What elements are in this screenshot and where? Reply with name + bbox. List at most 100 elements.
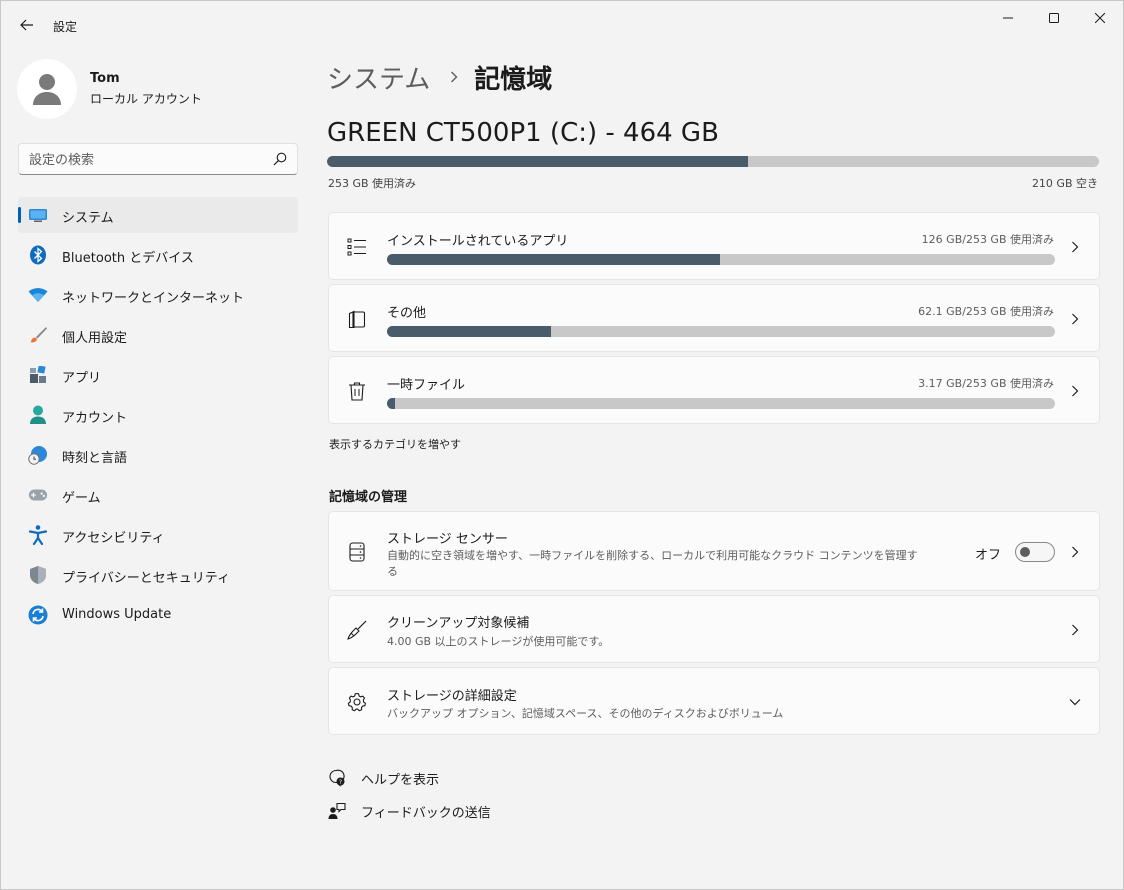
avatar bbox=[17, 59, 77, 119]
category-label: 一時ファイル bbox=[387, 378, 466, 393]
feedback-link[interactable]: フィードバックの送信 bbox=[327, 801, 491, 821]
storage-sense-label: ストレージ センサー bbox=[387, 532, 508, 547]
category-label: その他 bbox=[387, 306, 427, 321]
gear-icon bbox=[345, 690, 369, 714]
sidebar-item-system[interactable]: システム bbox=[18, 197, 298, 233]
sidebar-item-apps[interactable]: アプリ bbox=[18, 357, 298, 393]
feedback-label: フィードバックの送信 bbox=[361, 805, 491, 821]
sidebar-item-label: ネットワークとインターネット bbox=[62, 291, 245, 306]
storage-sense-description: 自動的に空き領域を増やす、一時ファイルを削除する、ローカルで利用可能なクラウド … bbox=[387, 549, 918, 562]
time-language-icon bbox=[28, 445, 48, 465]
sidebar-item-label: アプリ bbox=[62, 371, 102, 386]
advanced-settings-label: ストレージの詳細設定 bbox=[387, 689, 517, 704]
storage-sense-toggle-label: オフ bbox=[974, 548, 1001, 563]
back-button[interactable] bbox=[13, 11, 41, 39]
close-button[interactable] bbox=[1077, 1, 1123, 35]
minimize-icon bbox=[1003, 17, 1013, 19]
category-usage-bar bbox=[387, 398, 1055, 409]
settings-window: 設定 Tom ローカル アカウント 設定の検索 システム Bluetooth と… bbox=[0, 0, 1124, 890]
sidebar-item-label: プライバシーとセキュリティ bbox=[62, 571, 230, 586]
user-profile[interactable]: Tom ローカル アカウント bbox=[17, 59, 202, 119]
broom-icon bbox=[345, 618, 369, 642]
profile-name: Tom bbox=[90, 71, 120, 86]
sidebar-item-label: ゲーム bbox=[62, 491, 101, 506]
category-usage-bar bbox=[387, 254, 1055, 265]
sidebar-item-label: 個人用設定 bbox=[62, 331, 128, 346]
shield-icon bbox=[28, 565, 48, 585]
drive-usage-fill bbox=[327, 156, 748, 167]
cleanup-recommendations-card[interactable]: クリーンアップ対象候補 4.00 GB 以上のストレージが使用可能です。 bbox=[328, 595, 1100, 663]
drive-usage-bar bbox=[327, 156, 1099, 167]
sidebar-item-windows-update[interactable]: Windows Update bbox=[18, 597, 298, 633]
account-icon bbox=[28, 405, 48, 425]
sidebar-item-label: システム bbox=[62, 211, 114, 226]
app-list-icon bbox=[345, 235, 369, 259]
brush-icon bbox=[28, 325, 48, 345]
sidebar-item-personalization[interactable]: 個人用設定 bbox=[18, 317, 298, 353]
maximize-icon bbox=[1049, 13, 1059, 23]
sidebar-item-network[interactable]: ネットワークとインターネット bbox=[18, 277, 298, 313]
search-icon[interactable] bbox=[273, 152, 287, 166]
storage-sense-toggle[interactable] bbox=[1015, 542, 1055, 562]
category-label: インストールされているアプリ bbox=[387, 234, 569, 249]
sidebar-item-label: アカウント bbox=[62, 411, 128, 426]
maximize-button[interactable] bbox=[1031, 1, 1077, 35]
bluetooth-icon bbox=[28, 245, 48, 265]
help-chat-icon: ? bbox=[327, 768, 347, 788]
sidebar-item-bluetooth[interactable]: Bluetooth とデバイス bbox=[18, 237, 298, 273]
accessibility-icon bbox=[28, 525, 48, 545]
windows-update-icon bbox=[28, 605, 48, 625]
show-more-categories-link[interactable]: 表示するカテゴリを増やす bbox=[329, 436, 461, 452]
sidebar-item-gaming[interactable]: ゲーム bbox=[18, 477, 298, 513]
trash-icon bbox=[345, 379, 369, 403]
search-input[interactable] bbox=[29, 150, 259, 170]
page-title: 記憶域 bbox=[474, 65, 553, 95]
category-amount: 62.1 GB/253 GB 使用済み bbox=[918, 305, 1054, 318]
other-files-icon bbox=[345, 307, 369, 331]
feedback-icon bbox=[327, 801, 347, 821]
cleanup-description: 4.00 GB 以上のストレージが使用可能です。 bbox=[387, 635, 610, 648]
chevron-right-icon bbox=[1069, 385, 1081, 397]
drive-title: GREEN CT500P1 (C:) - 464 GB bbox=[327, 118, 719, 148]
sidebar-item-label: Windows Update bbox=[62, 607, 172, 622]
gamepad-icon bbox=[28, 485, 48, 505]
sidebar-item-accessibility[interactable]: アクセシビリティ bbox=[18, 517, 298, 553]
drive-free-label: 210 GB 空き bbox=[1031, 177, 1098, 190]
section-title-storage-management: 記憶域の管理 bbox=[329, 490, 408, 505]
storage-drive-icon bbox=[345, 540, 369, 564]
minimize-button[interactable] bbox=[985, 1, 1031, 35]
category-amount: 3.17 GB/253 GB 使用済み bbox=[918, 377, 1054, 390]
category-usage-fill bbox=[387, 326, 551, 337]
sidebar-item-label: 時刻と言語 bbox=[62, 451, 128, 466]
close-icon bbox=[1095, 13, 1105, 23]
breadcrumb: システム 記憶域 bbox=[327, 59, 552, 96]
drive-used-label: 253 GB 使用済み bbox=[328, 177, 417, 190]
profile-account-type: ローカル アカウント bbox=[90, 92, 202, 106]
get-help-link[interactable]: ? ヘルプを表示 bbox=[327, 768, 439, 788]
wifi-icon bbox=[28, 285, 48, 305]
breadcrumb-parent[interactable]: システム bbox=[327, 59, 430, 96]
category-card-apps[interactable]: インストールされているアプリ 126 GB/253 GB 使用済み bbox=[328, 212, 1100, 280]
user-avatar-icon bbox=[33, 74, 61, 105]
sidebar-item-privacy-security[interactable]: プライバシーとセキュリティ bbox=[18, 557, 298, 593]
category-amount: 126 GB/253 GB 使用済み bbox=[921, 233, 1054, 246]
category-usage-fill bbox=[387, 254, 720, 265]
settings-search bbox=[18, 143, 298, 175]
toggle-knob bbox=[1020, 547, 1030, 557]
storage-sense-description-cont: る bbox=[387, 565, 398, 578]
chevron-right-icon bbox=[1069, 241, 1081, 253]
title-bar: 設定 bbox=[1, 1, 1123, 49]
sidebar-item-accounts[interactable]: アカウント bbox=[18, 397, 298, 433]
category-card-other[interactable]: その他 62.1 GB/253 GB 使用済み bbox=[328, 284, 1100, 352]
sidebar-item-time-language[interactable]: 時刻と言語 bbox=[18, 437, 298, 473]
sidebar-item-label: アクセシビリティ bbox=[62, 531, 165, 546]
category-card-temp-files[interactable]: 一時ファイル 3.17 GB/253 GB 使用済み bbox=[328, 356, 1100, 424]
advanced-storage-settings-card[interactable]: ストレージの詳細設定 バックアップ オプション、記憶域スペース、その他のディスク… bbox=[328, 667, 1100, 735]
category-usage-fill bbox=[387, 398, 396, 409]
apps-icon bbox=[28, 365, 48, 385]
get-help-label: ヘルプを表示 bbox=[361, 772, 440, 788]
svg-text:?: ? bbox=[339, 779, 342, 786]
back-arrow-icon bbox=[20, 19, 33, 31]
storage-sense-card[interactable]: ストレージ センサー 自動的に空き領域を増やす、一時ファイルを削除する、ローカル… bbox=[328, 511, 1100, 591]
chevron-right-icon bbox=[1069, 546, 1081, 558]
